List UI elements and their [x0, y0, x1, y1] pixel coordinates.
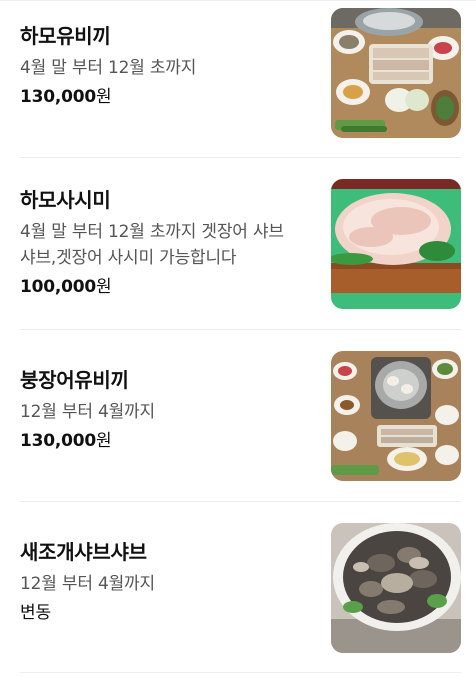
menu-item-info: 하모사시미 4월 말 부터 12월 초까지 겟장어 샤브 샤브,겟장어 사시미 … — [20, 186, 310, 300]
menu-item-info: 붕장어유비끼 12월 부터 4월까지 130,000원 — [20, 366, 310, 454]
menu-item-info: 새조개샤브샤브 12월 부터 4월까지 변동 — [20, 538, 310, 626]
price-value: 100,000 — [20, 277, 97, 297]
menu-item-photo[interactable] — [331, 179, 461, 309]
price-value: 130,000 — [20, 87, 97, 107]
menu-item-description: 4월 말 부터 12월 초까지 — [20, 55, 310, 81]
divider — [20, 329, 461, 330]
menu-item-price: 130,000원 — [20, 84, 310, 110]
menu-item-description-line: 샤브,겟장어 사시미 가능합니다 — [20, 248, 237, 268]
price-value: 130,000 — [20, 431, 97, 451]
menu-item-cockle-shabu[interactable]: 새조개샤브샤브 12월 부터 4월까지 변동 — [0, 516, 476, 677]
menu-item-description: 12월 부터 4월까지 — [20, 399, 310, 425]
price-unit: 원 — [96, 87, 112, 107]
divider — [20, 157, 461, 158]
menu-item-photo[interactable] — [331, 523, 461, 653]
price-unit: 원 — [96, 431, 112, 451]
menu-item-description: 12월 부터 4월까지 — [20, 571, 310, 597]
menu-item-description-line: 12월 부터 4월까지 — [20, 402, 155, 422]
menu-item-description-line: 4월 말 부터 12월 초까지 겟장어 샤브 — [20, 222, 284, 242]
menu-item-photo[interactable] — [331, 8, 461, 138]
menu-item-name: 하모사시미 — [20, 188, 111, 212]
menu-item-price: 130,000원 — [20, 428, 310, 454]
menu-item-name: 붕장어유비끼 — [20, 368, 129, 392]
divider — [20, 672, 461, 673]
menu-item-photo[interactable] — [331, 351, 461, 481]
menu-item-name: 하모유비끼 — [20, 24, 111, 48]
menu-item-info: 하모유비끼 4월 말 부터 12월 초까지 130,000원 — [20, 22, 310, 110]
hamo-sashimi-photo-image — [331, 179, 461, 309]
menu-item-description-line: 4월 말 부터 12월 초까지 — [20, 58, 197, 78]
price-unit: 원 — [96, 277, 112, 297]
divider — [20, 501, 461, 502]
price-text: 변동 — [20, 603, 51, 623]
menu-item-price: 변동 — [20, 600, 310, 626]
menu-list: 하모유비끼 4월 말 부터 12월 초까지 130,000원 하모사시미 4월 … — [0, 0, 476, 677]
menu-item-name: 새조개샤브샤브 — [20, 540, 147, 564]
cockle-shabu-photo-image — [331, 523, 461, 653]
hamo-yubiki-photo-image — [331, 8, 461, 138]
menu-item-price: 100,000원 — [20, 274, 310, 300]
menu-item-hamo-yubiki[interactable]: 하모유비끼 4월 말 부터 12월 초까지 130,000원 — [0, 0, 476, 172]
conger-yubiki-photo-image — [331, 351, 461, 481]
menu-item-description-line: 12월 부터 4월까지 — [20, 574, 155, 594]
menu-item-conger-yubiki[interactable]: 붕장어유비끼 12월 부터 4월까지 130,000원 — [0, 344, 476, 516]
menu-item-description: 4월 말 부터 12월 초까지 겟장어 샤브 샤브,겟장어 사시미 가능합니다 — [20, 219, 310, 271]
menu-item-hamo-sashimi[interactable]: 하모사시미 4월 말 부터 12월 초까지 겟장어 샤브 샤브,겟장어 사시미 … — [0, 172, 476, 344]
